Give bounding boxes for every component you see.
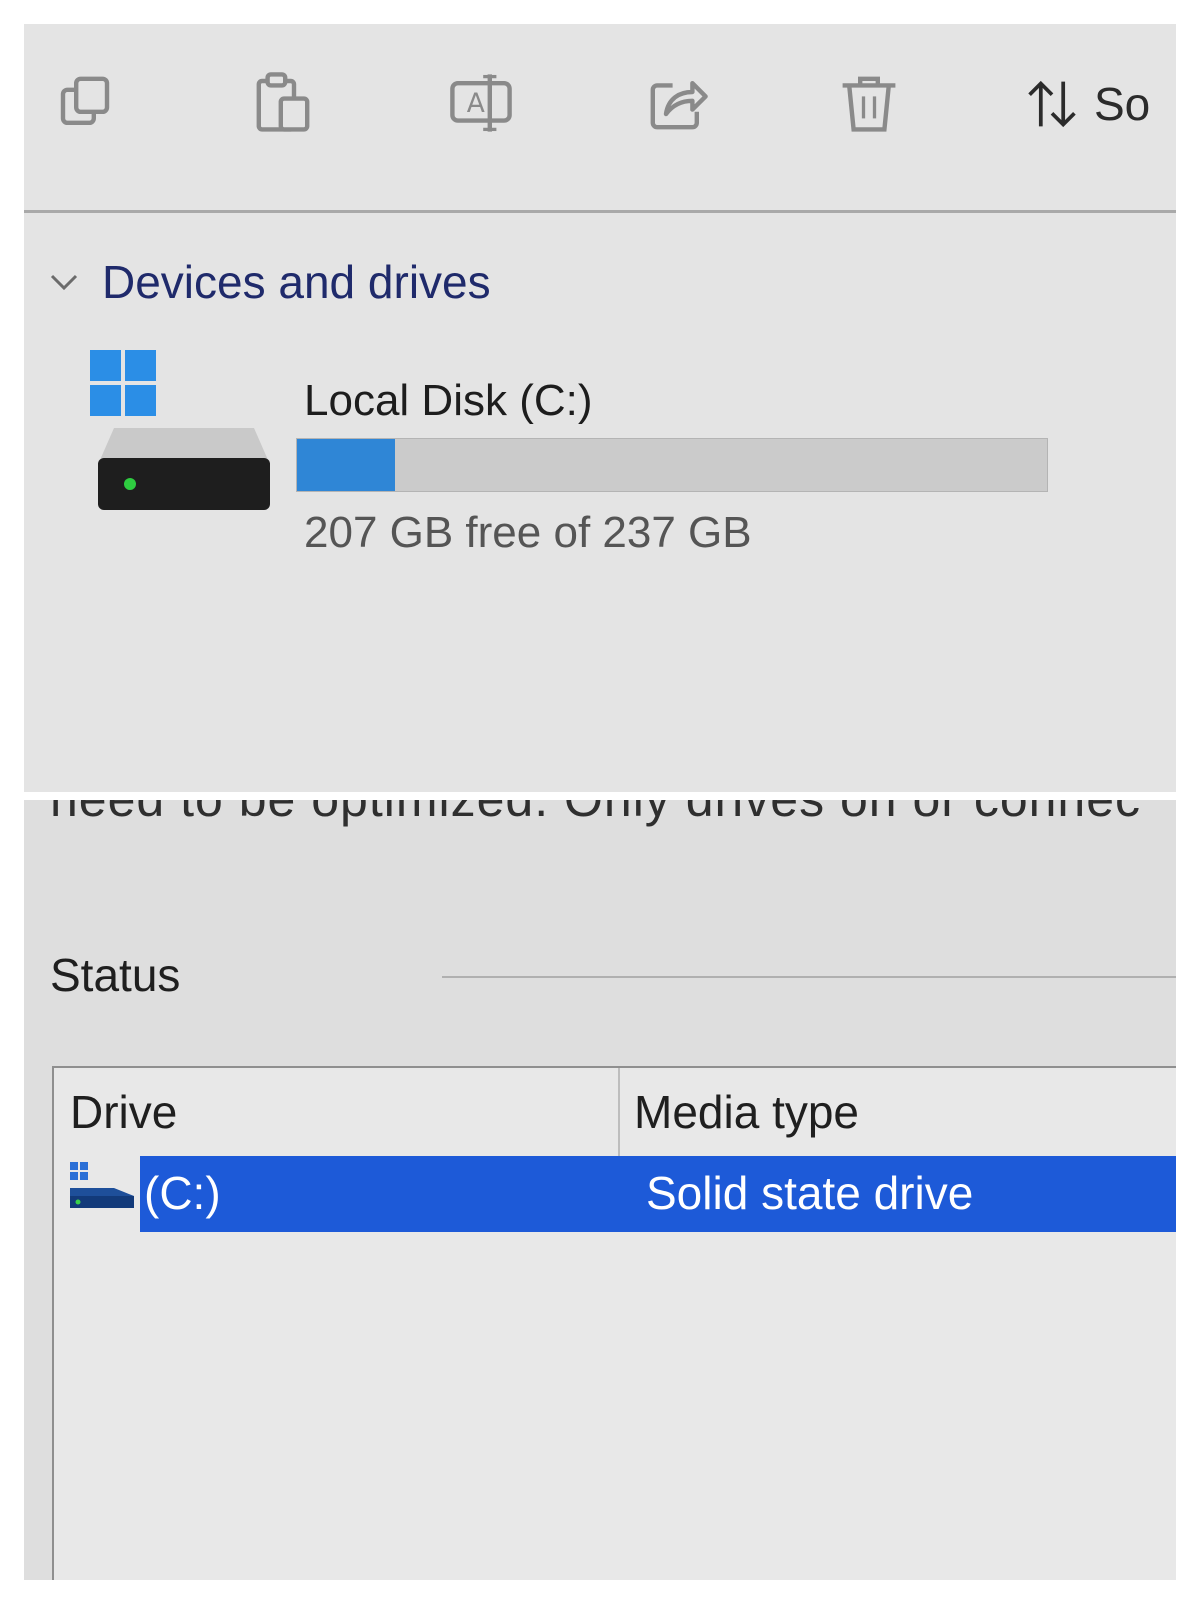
rename-icon: A — [450, 74, 512, 132]
sort-arrows-icon — [1028, 80, 1076, 128]
drive-list[interactable]: Drive Media type (C:) Solid state drive — [52, 1066, 1176, 1580]
share-button[interactable] — [632, 58, 722, 148]
chevron-down-icon — [50, 274, 78, 291]
drive-usage-bar — [296, 438, 1048, 492]
rename-button[interactable]: A — [436, 58, 526, 148]
drive-icon — [70, 1162, 134, 1208]
status-label: Status — [50, 949, 181, 1001]
column-header-drive[interactable]: Drive — [70, 1068, 590, 1156]
paste-button[interactable] — [238, 58, 328, 148]
table-row[interactable]: (C:) Solid state drive — [54, 1156, 1176, 1232]
drive-name[interactable]: Local Disk (C:) — [304, 376, 593, 426]
share-icon — [650, 81, 708, 130]
local-disk-icon[interactable] — [90, 350, 276, 520]
file-explorer-panel: A So Devices and drives Local Disk (C:) … — [24, 24, 1176, 792]
svg-text:A: A — [467, 88, 485, 119]
toolbar-divider — [24, 210, 1176, 213]
trash-icon — [842, 76, 896, 132]
description-text: need to be optimized. Only drives on or … — [50, 800, 1141, 828]
optimize-drives-panel: need to be optimized. Only drives on or … — [24, 800, 1176, 1580]
column-header-media-type[interactable]: Media type — [618, 1068, 1176, 1156]
sort-button[interactable]: So — [1024, 74, 1150, 134]
sort-label: So — [1094, 78, 1151, 130]
paste-icon — [256, 72, 310, 132]
command-bar: A So — [24, 24, 1176, 213]
status-divider — [442, 976, 1176, 978]
delete-button[interactable] — [824, 58, 914, 148]
section-title: Devices and drives — [102, 256, 491, 308]
drive-usage-fill — [297, 439, 395, 491]
row-drive-label: (C:) — [144, 1167, 221, 1219]
copy-button[interactable] — [40, 58, 130, 148]
row-media-type: Solid state drive — [646, 1167, 974, 1219]
devices-section-header[interactable]: Devices and drives — [46, 252, 491, 312]
drive-free-space: 207 GB free of 237 GB — [304, 508, 752, 557]
copy-icon — [60, 76, 110, 126]
